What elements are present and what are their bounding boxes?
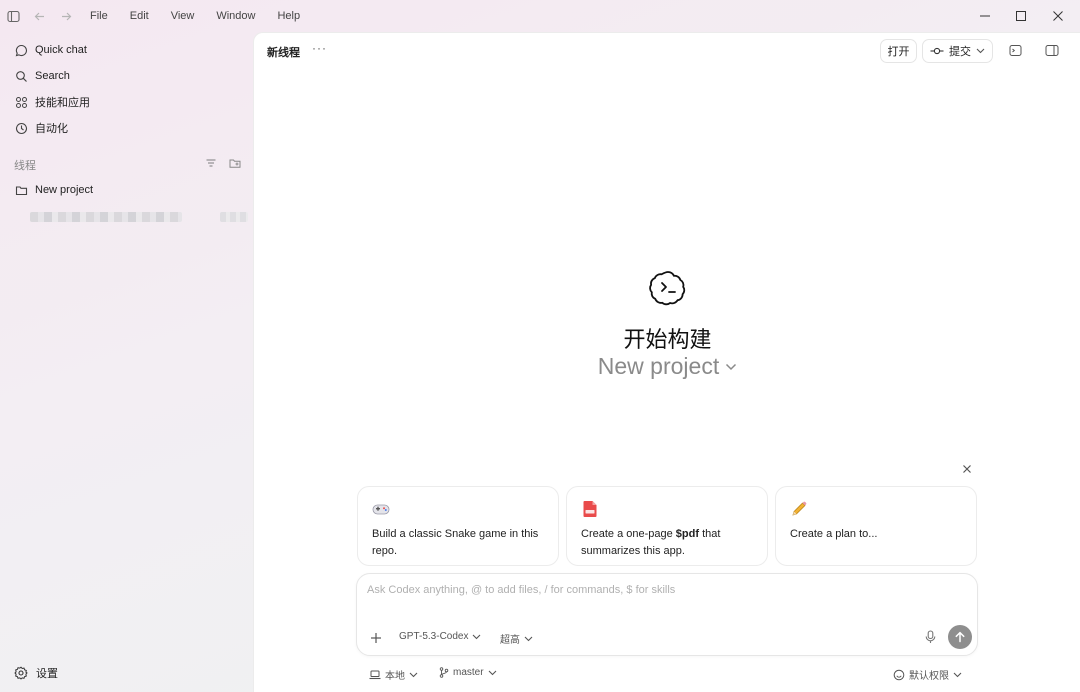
send-button[interactable] <box>948 625 972 649</box>
add-attachment-icon[interactable] <box>368 630 384 646</box>
close-icon[interactable] <box>1048 6 1068 26</box>
sidebar-item-label: Search <box>35 70 70 82</box>
menu-bar: File Edit View Window Help <box>90 10 322 22</box>
sidebar-item-automation[interactable]: 自动化 <box>14 119 68 137</box>
redacted-thread-title[interactable] <box>30 212 182 222</box>
reasoning-effort-selector[interactable]: 超高 <box>500 631 533 646</box>
sidebar-item-search[interactable]: Search <box>14 67 70 85</box>
clock-icon <box>14 121 28 135</box>
open-button[interactable]: 打开 <box>880 39 917 63</box>
project-selector-label: New project <box>597 353 720 379</box>
filter-icon[interactable] <box>204 156 218 170</box>
menu-window[interactable]: Window <box>216 10 255 22</box>
menu-edit[interactable]: Edit <box>130 10 149 22</box>
microphone-icon[interactable] <box>922 629 938 645</box>
environment-label: 本地 <box>385 671 405 682</box>
sidebar-item-skills-apps[interactable]: 技能和应用 <box>14 93 90 111</box>
sidebar-item-label: 技能和应用 <box>35 97 90 109</box>
threads-section-label: 线程 <box>14 160 36 172</box>
sidebar: Quick chat Search 技能和应用 自动化 线程 New proje… <box>0 32 253 692</box>
sidebar-item-label: 自动化 <box>35 123 68 135</box>
new-folder-icon[interactable] <box>228 156 242 170</box>
thread-title: 新线程 <box>267 47 300 59</box>
more-options-icon[interactable]: ··· <box>312 41 327 55</box>
model-label: GPT-5.3-Codex <box>399 631 469 642</box>
sidebar-item-label: New project <box>35 184 94 196</box>
branch-label: master <box>453 667 484 678</box>
chevron-down-icon <box>953 672 962 678</box>
terminal-icon[interactable] <box>1007 42 1023 58</box>
model-selector[interactable]: GPT-5.3-Codex <box>399 631 481 642</box>
suggestion-text: Create a plan to... <box>790 528 878 540</box>
sidebar-toggle-icon[interactable] <box>6 9 20 23</box>
suggestion-text: Build a classic Snake game in this repo. <box>372 528 539 557</box>
main-panel: 新线程 ··· 打开 提交 开始构建 New project Build a c… <box>253 32 1080 692</box>
arrow-up-icon <box>955 631 965 643</box>
commit-label: 提交 <box>949 46 971 58</box>
composer: GPT-5.3-Codex 超高 <box>356 573 978 656</box>
branch-selector[interactable]: master <box>439 667 497 678</box>
settings-button[interactable]: 设置 <box>14 665 58 681</box>
chevron-down-icon <box>409 672 418 678</box>
chat-bubble-icon <box>14 43 28 57</box>
prompt-input[interactable] <box>367 584 927 596</box>
back-arrow-icon[interactable] <box>32 9 46 23</box>
menu-file[interactable]: File <box>90 10 108 22</box>
suggestion-text: Create a one-page $pdf that summarizes t… <box>581 528 721 557</box>
sidebar-item-label: Quick chat <box>35 44 87 56</box>
minimize-icon[interactable] <box>975 6 995 26</box>
laptop-icon <box>369 670 381 680</box>
chevron-down-icon <box>976 48 985 54</box>
pencil-icon <box>790 500 808 518</box>
sidebar-item-quick-chat[interactable]: Quick chat <box>14 41 87 59</box>
gear-icon <box>14 666 28 680</box>
git-commit-icon <box>930 46 944 56</box>
hero-title: 开始构建 <box>623 328 712 353</box>
settings-label: 设置 <box>36 668 58 680</box>
shield-smile-icon <box>893 669 905 681</box>
menu-help[interactable]: Help <box>277 10 300 22</box>
maximize-icon[interactable] <box>1011 6 1031 26</box>
search-icon <box>14 69 28 83</box>
sidebar-item-new-project[interactable]: New project <box>14 181 93 199</box>
chevron-down-icon <box>725 363 737 371</box>
suggestion-card-pdf[interactable]: Create a one-page $pdf that summarizes t… <box>566 486 768 566</box>
pdf-icon <box>581 500 599 518</box>
chevron-down-icon <box>472 634 481 640</box>
redacted-thread-time <box>220 212 248 222</box>
gamepad-icon <box>372 500 390 518</box>
suggestion-card-snake[interactable]: Build a classic Snake game in this repo. <box>357 486 559 566</box>
forward-arrow-icon[interactable] <box>59 9 73 23</box>
chevron-down-icon <box>524 636 533 642</box>
permission-label: 默认权限 <box>909 671 949 682</box>
chevron-down-icon <box>488 670 497 676</box>
side-panel-toggle-icon[interactable] <box>1044 42 1060 58</box>
git-branch-icon <box>439 667 449 678</box>
title-bar: File Edit View Window Help <box>0 0 1080 32</box>
menu-view[interactable]: View <box>171 10 195 22</box>
effort-label: 超高 <box>500 635 520 646</box>
folder-icon <box>14 183 28 197</box>
commit-button[interactable]: 提交 <box>922 39 993 63</box>
codex-logo-icon <box>648 267 688 307</box>
suggestion-card-plan[interactable]: Create a plan to... <box>775 486 977 566</box>
apps-grid-icon <box>14 95 28 109</box>
environment-selector[interactable]: 本地 <box>369 667 418 682</box>
project-selector[interactable]: New project <box>254 353 1080 380</box>
dismiss-suggestions-icon[interactable] <box>960 462 974 476</box>
permission-selector[interactable]: 默认权限 <box>893 667 962 682</box>
